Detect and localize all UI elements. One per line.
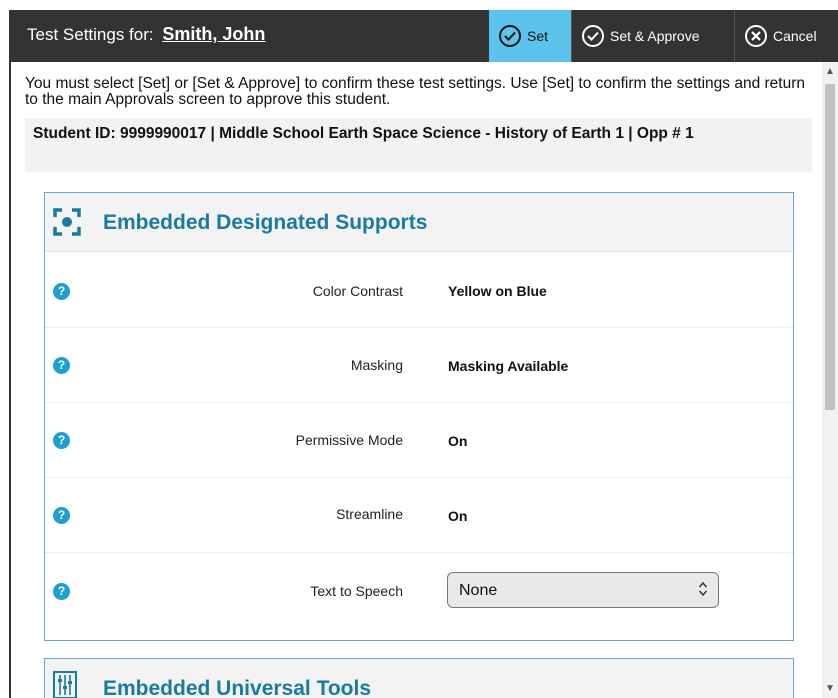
focus-icon xyxy=(53,208,81,236)
setting-label: Color Contrast xyxy=(312,283,403,299)
student-info-text: Student ID: 9999990017 | Middle School E… xyxy=(33,125,694,142)
scrollbar-thumb[interactable] xyxy=(825,84,835,410)
setting-value: On xyxy=(448,508,468,524)
scroll-down-arrow-icon[interactable]: ▼ xyxy=(824,683,836,694)
vertical-scrollbar[interactable]: ▲ ▼ xyxy=(822,62,838,698)
scroll-up-arrow-icon[interactable]: ▲ xyxy=(824,66,836,77)
setting-label: Masking xyxy=(350,357,403,373)
help-icon[interactable]: ? xyxy=(53,432,70,449)
header-title: Test Settings for: Smith, John xyxy=(27,24,265,45)
setting-row-permissive-mode: ? Permissive Mode On xyxy=(45,402,793,478)
setting-label: Permissive Mode xyxy=(295,432,403,448)
section-title: Embedded Universal Tools xyxy=(103,677,372,698)
help-icon[interactable]: ? xyxy=(53,583,70,600)
setting-row-streamline: ? Streamline On xyxy=(45,477,793,553)
select-value: None xyxy=(459,582,498,599)
text-to-speech-select[interactable]: None xyxy=(447,572,719,608)
instructions-text: You must select [Set] or [Set & Approve]… xyxy=(25,75,805,108)
settings-content: You must select [Set] or [Set & Approve]… xyxy=(11,62,822,698)
help-icon[interactable]: ? xyxy=(53,507,70,524)
chevron-up-down-icon xyxy=(698,579,708,601)
settings-header: Test Settings for: Smith, John Set Set &… xyxy=(9,10,838,62)
setting-value: Yellow on Blue xyxy=(448,283,547,299)
student-info-box: Student ID: 9999990017 | Middle School E… xyxy=(25,118,812,172)
set-button[interactable]: Set xyxy=(489,10,571,62)
cancel-button[interactable]: Cancel xyxy=(734,10,838,62)
section-header[interactable]: Embedded Designated Supports xyxy=(45,193,793,252)
setting-row-masking: ? Masking Masking Available xyxy=(45,327,793,403)
setting-label: Text to Speech xyxy=(310,583,403,599)
header-title-prefix: Test Settings for: xyxy=(27,25,154,44)
embedded-designated-supports-section: Embedded Designated Supports ? Color Con… xyxy=(44,192,794,641)
setting-label: Streamline xyxy=(336,506,403,522)
setting-row-color-contrast: ? Color Contrast Yellow on Blue xyxy=(45,252,793,328)
help-icon[interactable]: ? xyxy=(53,283,70,300)
embedded-universal-tools-section[interactable]: Embedded Universal Tools xyxy=(44,658,794,698)
student-name-link[interactable]: Smith, John xyxy=(162,24,265,44)
check-circle-icon xyxy=(582,25,604,47)
set-approve-button[interactable]: Set & Approve xyxy=(571,10,734,62)
set-button-label: Set xyxy=(527,28,549,44)
sliders-icon xyxy=(53,671,77,698)
setting-value: Masking Available xyxy=(448,358,569,374)
cancel-button-label: Cancel xyxy=(773,28,817,44)
check-circle-icon xyxy=(499,25,521,47)
set-approve-button-label: Set & Approve xyxy=(610,28,700,44)
setting-value: On xyxy=(448,433,468,449)
close-circle-icon xyxy=(745,25,767,47)
section-title: Embedded Designated Supports xyxy=(103,211,428,234)
help-icon[interactable]: ? xyxy=(53,357,70,374)
setting-row-text-to-speech: ? Text to Speech None xyxy=(45,552,793,627)
window-top-strip xyxy=(0,0,838,10)
